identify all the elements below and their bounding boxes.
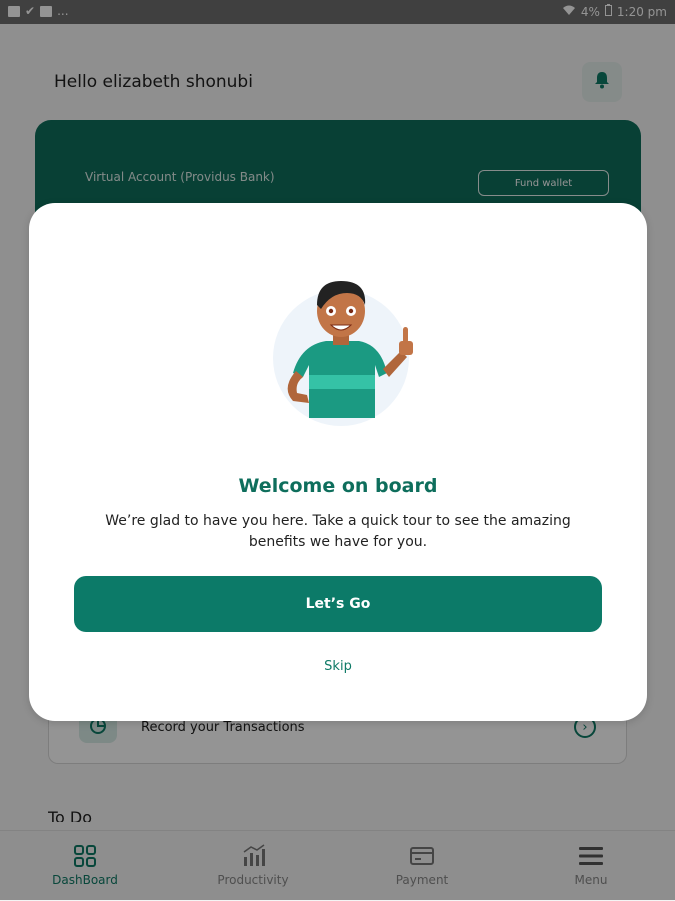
skip-link[interactable]: Skip (29, 659, 647, 674)
welcome-title: Welcome on board (238, 475, 438, 497)
lets-go-button[interactable]: Let’s Go (74, 576, 602, 632)
welcome-message: We’re glad to have you here. Take a quic… (105, 513, 571, 550)
welcome-character-illustration (273, 281, 413, 426)
welcome-dialog: Welcome on board We’re glad to have you … (29, 203, 647, 721)
